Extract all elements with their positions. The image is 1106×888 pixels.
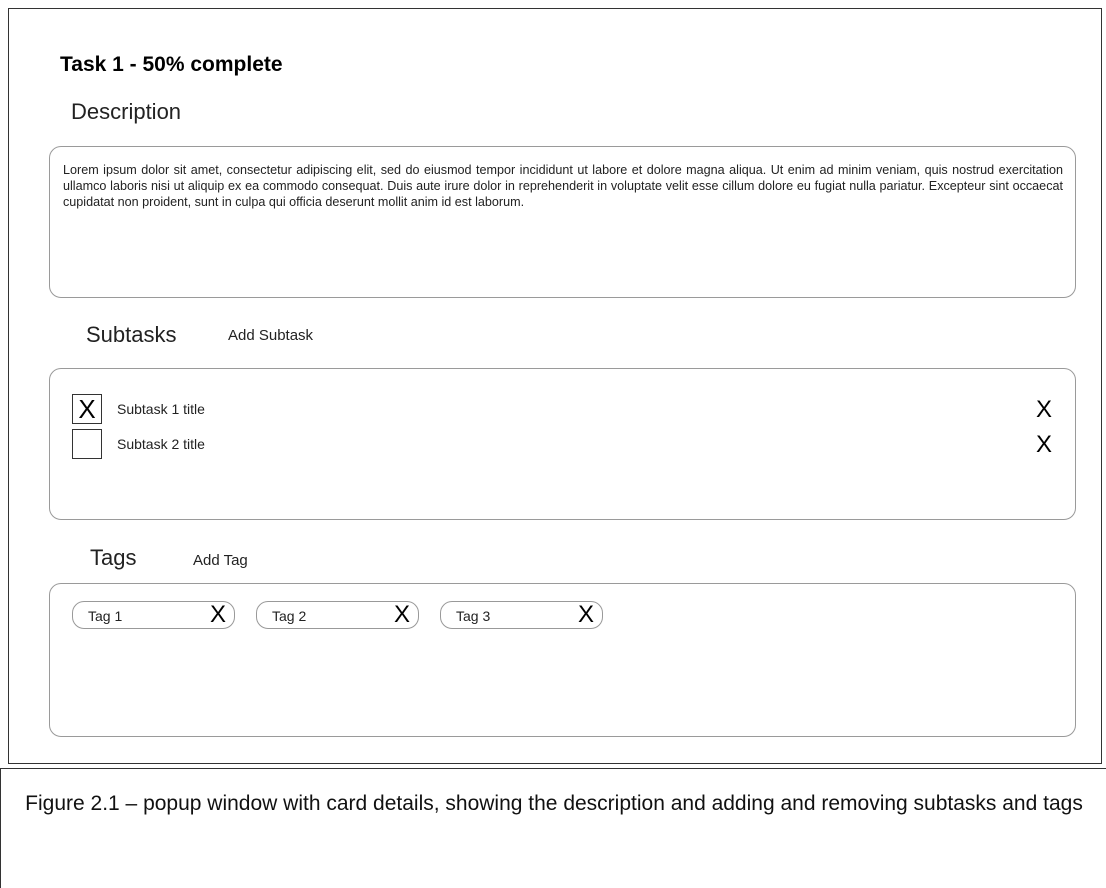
subtask-checkbox[interactable] — [72, 429, 102, 459]
add-tag-button[interactable]: Add Tag — [193, 552, 248, 569]
tag-chip: Tag 1 X — [72, 601, 235, 629]
tags-list: Tag 1 X Tag 2 X Tag 3 X — [49, 583, 1076, 737]
tag-chip: Tag 2 X — [256, 601, 419, 629]
tag-label: Tag 1 — [88, 608, 123, 624]
remove-tag-button[interactable]: X — [210, 603, 226, 627]
figure-caption: Figure 2.1 – popup window with card deta… — [25, 792, 1083, 815]
subtask-checkbox[interactable]: X — [72, 394, 102, 424]
description-heading: Description — [71, 99, 182, 124]
task-details-popup: Task 1 - 50% complete Description Lorem … — [8, 8, 1102, 764]
subtasks-list: X Subtask 1 title X Subtask 2 title X — [49, 368, 1076, 520]
figure-caption-frame: Figure 2.1 – popup window with card deta… — [0, 768, 1106, 888]
remove-subtask-button[interactable]: X — [1036, 398, 1052, 422]
subtask-title: Subtask 2 title — [117, 436, 205, 452]
tag-chip: Tag 3 X — [440, 601, 603, 629]
remove-tag-button[interactable]: X — [578, 603, 594, 627]
add-subtask-button[interactable]: Add Subtask — [228, 327, 313, 344]
subtask-title: Subtask 1 title — [117, 401, 205, 417]
subtask-row: X Subtask 1 title X — [72, 394, 1052, 426]
remove-subtask-button[interactable]: X — [1036, 433, 1052, 457]
subtasks-heading: Subtasks — [86, 322, 177, 347]
remove-tag-button[interactable]: X — [394, 603, 410, 627]
subtask-row: Subtask 2 title X — [72, 429, 1052, 461]
tag-label: Tag 3 — [456, 608, 491, 624]
description-text: Lorem ipsum dolor sit amet, consectetur … — [63, 163, 1063, 209]
description-field[interactable]: Lorem ipsum dolor sit amet, consectetur … — [49, 146, 1076, 298]
tags-heading: Tags — [90, 545, 137, 570]
page-title: Task 1 - 50% complete — [60, 53, 283, 76]
tag-label: Tag 2 — [272, 608, 307, 624]
